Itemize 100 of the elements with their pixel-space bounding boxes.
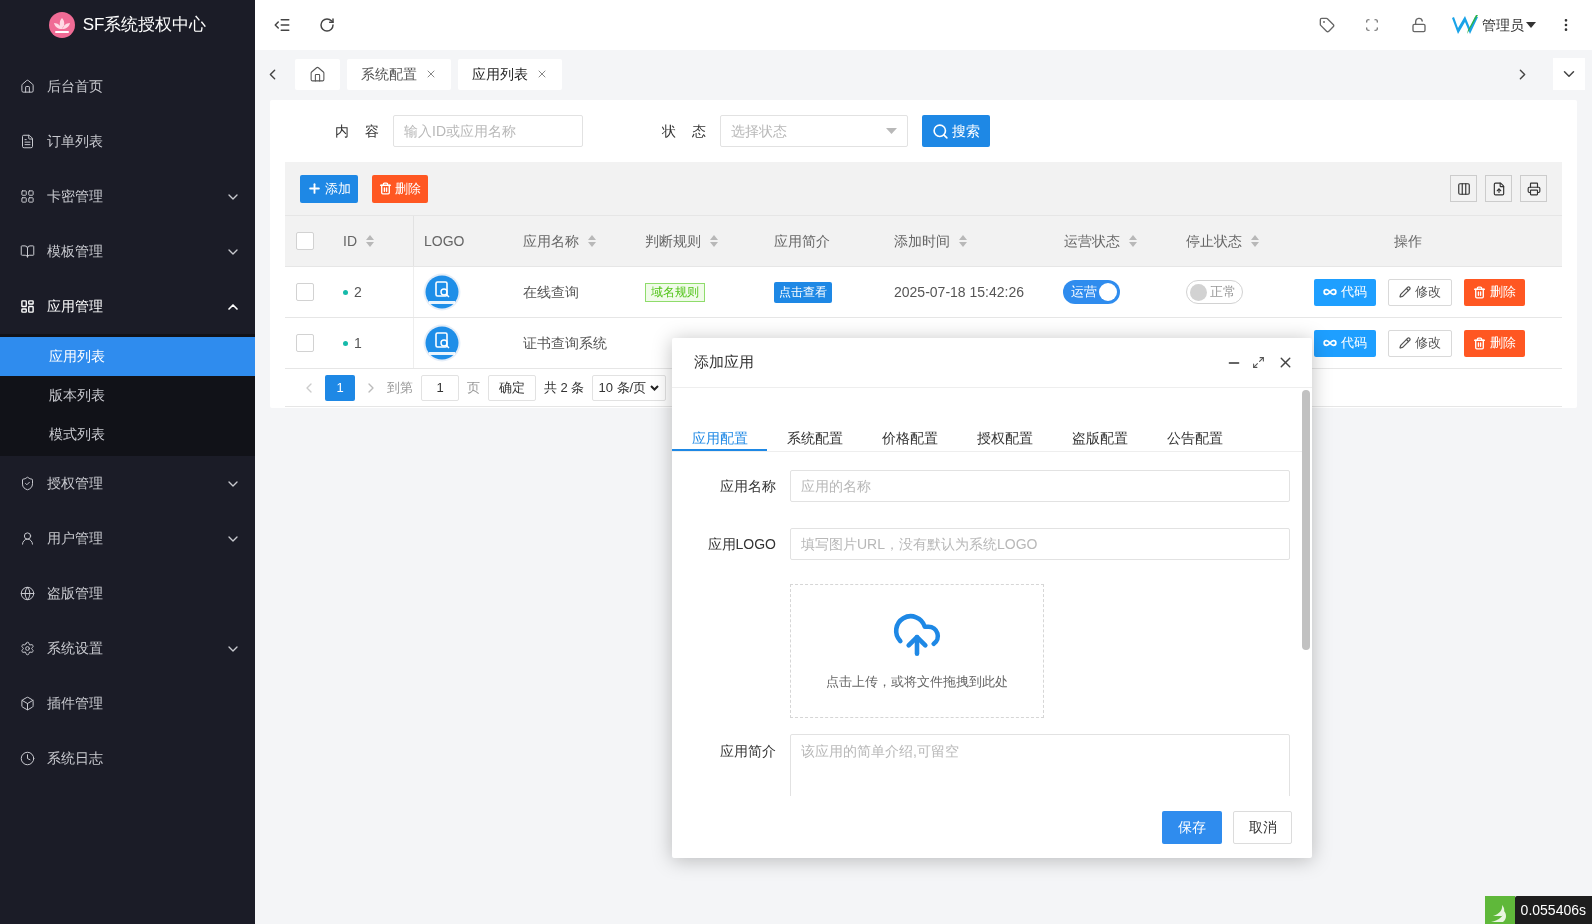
app-logo-icon [423, 324, 461, 362]
page-unit: 页 [467, 378, 480, 397]
column-header: 操作 [1394, 231, 1422, 251]
goto-label: 到第 [387, 378, 413, 397]
table-cell-text: 在线查询 [523, 282, 579, 302]
sidebar-item[interactable]: 卡密管理 [0, 169, 255, 224]
sort-icon[interactable] [709, 234, 719, 248]
home-icon [309, 65, 326, 83]
search-icon [932, 122, 949, 140]
field-label: 应用简介 [719, 742, 777, 761]
menu-icon[interactable] [273, 16, 291, 34]
pencil-icon [1399, 286, 1411, 298]
sort-icon[interactable] [587, 234, 597, 248]
add-button[interactable]: 添加 [300, 174, 358, 203]
search-button[interactable]: 搜索 [922, 115, 990, 147]
dialog-tab[interactable]: 系统配置 [767, 428, 862, 451]
column-header: 应用名称 [523, 231, 579, 251]
dialog-tab[interactable]: 盗版配置 [1052, 428, 1147, 451]
textarea-field[interactable]: 该应用的简单介绍,可留空 [790, 734, 1290, 796]
caret-down-icon [886, 128, 897, 134]
page-number[interactable]: 1 [325, 374, 355, 401]
trash-icon [1473, 285, 1486, 299]
fullscreen-icon[interactable] [1365, 18, 1379, 32]
app-logo-icon [423, 273, 461, 311]
export-button[interactable] [1485, 175, 1512, 202]
sidebar-item[interactable]: 后台首页 [0, 59, 255, 114]
upload-dropzone[interactable]: 点击上传，或将文件拖拽到此处 [790, 584, 1044, 718]
clock-icon [20, 751, 35, 766]
search-field[interactable]: 输入ID或应用名称 [393, 115, 583, 147]
edit-button[interactable]: 修改 [1388, 329, 1452, 357]
flame-logo-icon [1484, 896, 1515, 924]
tag-icon[interactable] [1319, 17, 1335, 33]
sidebar-item[interactable]: 盗版管理 [0, 566, 255, 621]
rule-tag: 域名规则 [645, 282, 705, 302]
scrollbar-thumb[interactable] [1302, 390, 1310, 650]
page-input[interactable]: 1 [421, 374, 459, 401]
search-label: 状 态 [661, 121, 707, 141]
sidebar-item[interactable]: 系统日志 [0, 731, 255, 786]
upload-hint: 点击上传，或将文件拖拽到此处 [826, 673, 1008, 692]
lock-icon[interactable] [1411, 17, 1427, 33]
dashboard-icon [20, 299, 35, 314]
text-field[interactable]: 填写图片URL，没有默认为系统LOGO [790, 528, 1290, 560]
edit-button[interactable]: 修改 [1388, 278, 1452, 306]
dialog-tab[interactable]: 公告配置 [1147, 428, 1242, 451]
brand-title: SF系统授权中心 [82, 14, 207, 37]
dialog-tab[interactable]: 价格配置 [862, 428, 957, 451]
sidebar-item[interactable]: 模板管理 [0, 224, 255, 279]
column-header: LOGO [424, 231, 465, 251]
view-button[interactable]: 点击查看 [774, 281, 832, 303]
column-header: 停止状态 [1186, 231, 1242, 251]
sort-icon[interactable] [1128, 234, 1138, 248]
sort-icon[interactable] [958, 234, 968, 248]
table-cell-text: 1 [354, 333, 362, 353]
text-field[interactable]: 应用的名称 [790, 470, 1290, 502]
settings-icon [20, 641, 35, 656]
grid-icon [20, 189, 35, 204]
confirm-button[interactable]: 确定 [488, 374, 536, 401]
cancel-button[interactable]: 取消 [1233, 810, 1292, 844]
plus-icon [307, 181, 322, 196]
search-label: 内 容 [334, 121, 380, 141]
submenu-item[interactable]: 版本列表 [0, 376, 255, 415]
pencil-icon [1399, 337, 1411, 349]
load-time: 0.055406s [1514, 896, 1592, 924]
home-icon [20, 79, 35, 94]
refresh-icon[interactable] [319, 17, 335, 33]
sidebar-item[interactable]: 插件管理 [0, 676, 255, 731]
total-count: 共 2 条 [544, 378, 585, 397]
field-label: 应用LOGO [706, 534, 777, 554]
user-menu[interactable]: 管理员 [1482, 14, 1536, 36]
checkbox[interactable] [296, 283, 314, 301]
sidebar-item[interactable]: 订单列表 [0, 114, 255, 169]
home-tab[interactable] [295, 58, 340, 90]
field-label: 应用名称 [719, 476, 777, 496]
checkbox[interactable] [296, 232, 314, 250]
export-icon [1491, 181, 1506, 196]
dialog-tab[interactable]: 应用配置 [672, 428, 767, 451]
sidebar-item[interactable]: 授权管理 [0, 456, 255, 511]
column-header: 应用简介 [774, 231, 830, 251]
dialog-tab[interactable]: 授权配置 [957, 428, 1052, 451]
trash-icon [379, 182, 392, 195]
book-icon [20, 244, 35, 259]
page-tab[interactable]: 应用列表 [458, 58, 562, 90]
cube-icon [20, 696, 35, 711]
submenu-item[interactable]: 模式列表 [0, 415, 255, 454]
sidebar-item[interactable]: 系统设置 [0, 621, 255, 676]
page-tab[interactable]: 系统配置 [347, 58, 451, 90]
sidebar-item[interactable]: 用户管理 [0, 511, 255, 566]
table-cell-text: 2 [354, 282, 362, 302]
sidebar-item[interactable]: 应用管理 [0, 279, 255, 334]
sort-icon[interactable] [1250, 234, 1260, 248]
column-header: 添加时间 [894, 231, 950, 251]
page-size-select[interactable]: 10 条/页 [592, 374, 667, 401]
document-icon [20, 134, 35, 149]
print-button[interactable] [1520, 175, 1547, 202]
checkbox[interactable] [296, 334, 314, 352]
maximize-icon[interactable] [1252, 356, 1265, 369]
table-cell-text: 2025-07-18 15:42:26 [894, 282, 1024, 302]
columns-button[interactable] [1450, 175, 1477, 202]
table-cell-text: 证书查询系统 [523, 333, 607, 353]
sort-icon[interactable] [365, 234, 375, 248]
